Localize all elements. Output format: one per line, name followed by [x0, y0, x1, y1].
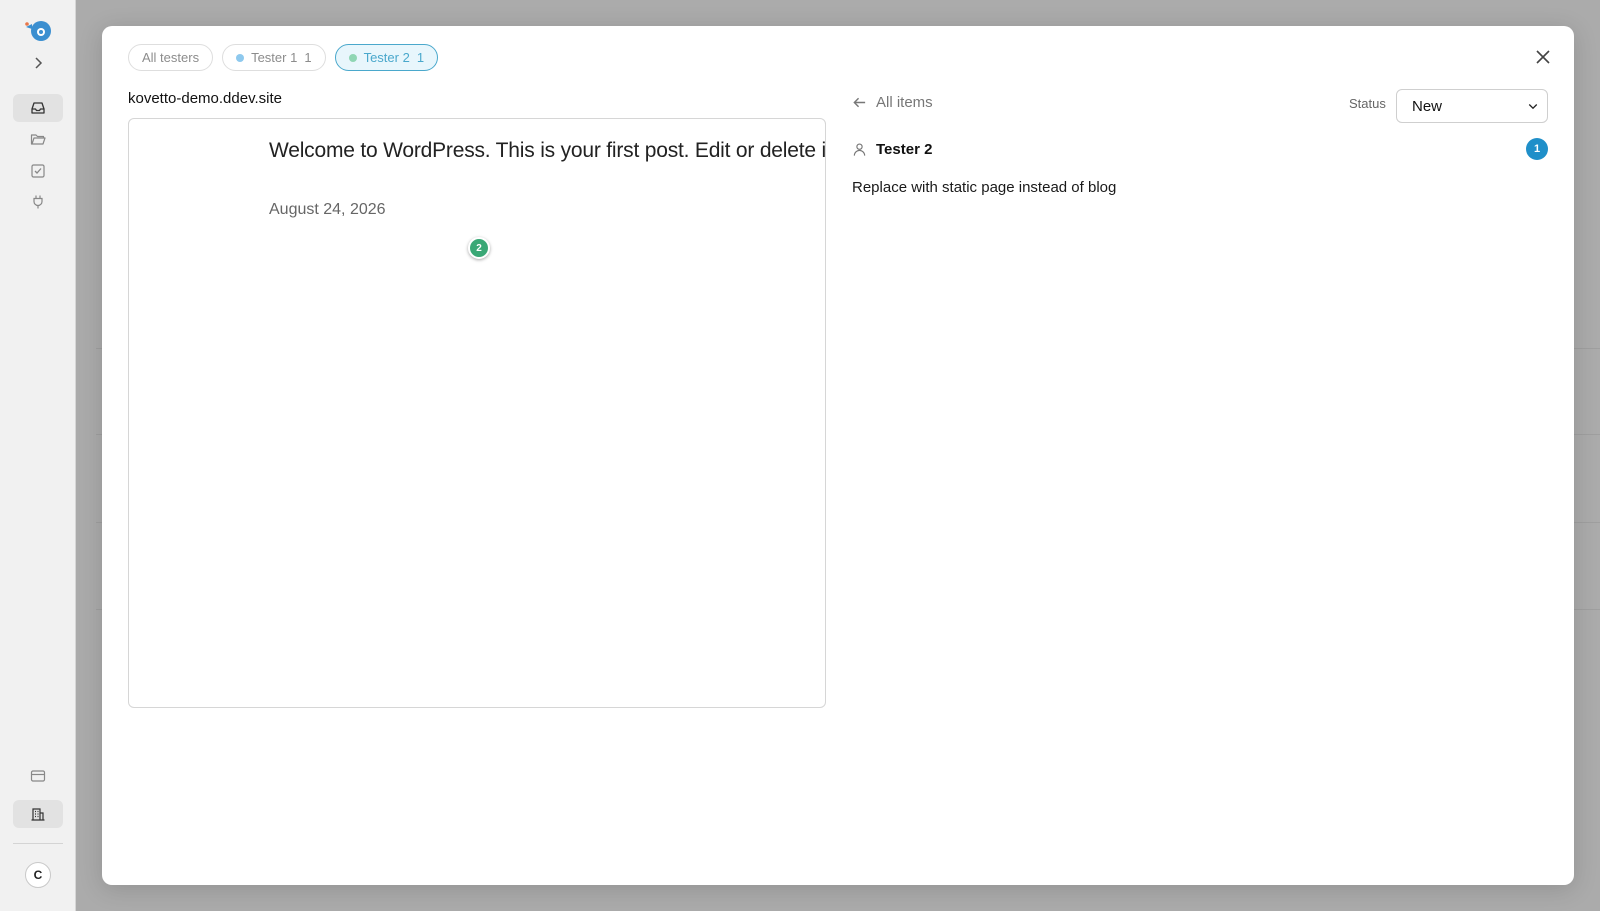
filter-all-testers[interactable]: All testers [128, 44, 214, 71]
chameleon-logo[interactable] [22, 16, 54, 44]
user-icon [853, 143, 866, 156]
sidebar: C [0, 0, 76, 911]
building-icon [31, 808, 45, 821]
status-label: Status [1349, 96, 1386, 111]
sidebar-divider [13, 843, 63, 844]
nav-integrations[interactable] [13, 188, 63, 216]
nav-billing[interactable] [13, 762, 63, 790]
close-icon [1536, 50, 1550, 64]
avatar[interactable]: C [25, 862, 51, 888]
nav-tasks[interactable] [13, 157, 63, 185]
filter-label: Tester 2 [363, 50, 410, 65]
inbox-icon [31, 102, 45, 114]
filter-count: 1 [416, 50, 425, 65]
nav-organization[interactable] [13, 800, 63, 828]
back-label: All items [876, 94, 933, 111]
page-preview[interactable]: Welcome to WordPress. This is your first… [128, 118, 826, 708]
chevron-down-icon [1528, 104, 1538, 110]
feedback-comment: Replace with static page instead of blog [852, 179, 1117, 196]
tester-header: Tester 2 1 [852, 138, 1548, 160]
tester-name: Tester 2 [876, 140, 933, 158]
status-select[interactable]: New [1396, 89, 1548, 123]
site-url: kovetto-demo.ddev.site [128, 90, 282, 107]
folder-icon [30, 134, 46, 145]
credit-card-icon [30, 770, 46, 782]
plug-icon [33, 195, 43, 209]
tester-filters: All testers Tester 1 1 Tester 2 1 [128, 44, 439, 71]
filter-tester-2[interactable]: Tester 2 1 [334, 44, 439, 71]
filter-label: Tester 1 [251, 50, 298, 65]
nav-inbox[interactable] [13, 94, 63, 122]
filter-label: All testers [142, 50, 200, 65]
status-value: New [1412, 97, 1443, 115]
filter-tester-1[interactable]: Tester 1 1 [222, 44, 326, 71]
tester-color-dot [348, 53, 357, 62]
arrow-left-icon [853, 97, 866, 108]
item-count-badge: 1 [1526, 138, 1548, 160]
nav-projects[interactable] [13, 125, 63, 153]
post-date: August 24, 2026 [269, 201, 386, 218]
close-button[interactable] [1532, 46, 1554, 68]
tester-color-dot [236, 53, 245, 62]
chevron-right-icon [35, 57, 43, 69]
back-to-all-items-link[interactable]: All items [852, 94, 933, 111]
filter-count: 1 [304, 50, 312, 65]
post-title: Welcome to WordPress. This is your first… [269, 139, 826, 162]
feedback-marker[interactable]: 2 [468, 237, 490, 259]
expand-sidebar-button[interactable] [13, 49, 63, 77]
feedback-modal: All testers Tester 1 1 Tester 2 1 kovett… [102, 26, 1574, 885]
checkbox-icon [31, 164, 45, 178]
